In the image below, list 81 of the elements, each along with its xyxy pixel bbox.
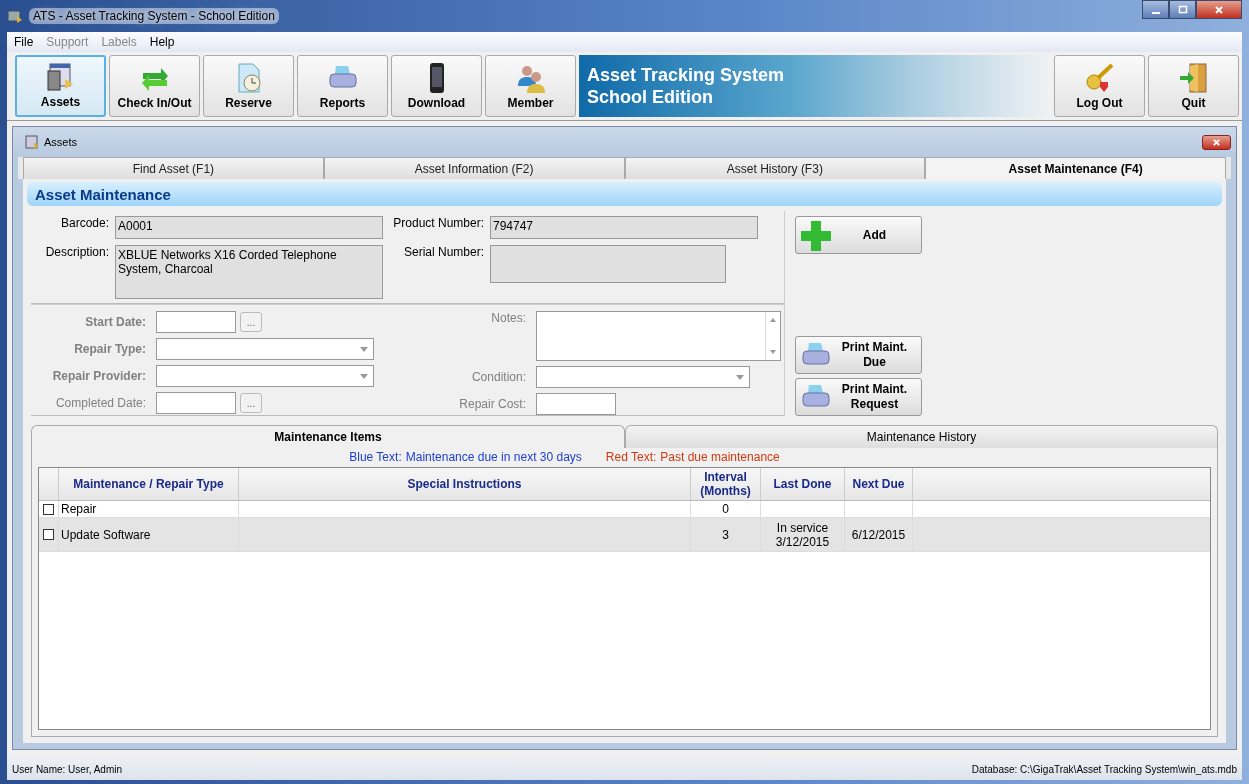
toolbar-button[interactable]: Download <box>391 55 482 117</box>
tab[interactable]: Asset History (F3) <box>624 157 926 179</box>
tab[interactable]: Asset Information (F2) <box>323 157 625 179</box>
status-user: User Name: User, Admin <box>12 763 123 775</box>
table-cell: Update Software <box>61 527 151 542</box>
legend-text: Past due maintenance <box>660 450 780 464</box>
field-label: Product Number: <box>392 216 485 230</box>
toolbar-button[interactable]: Assets <box>15 55 106 117</box>
dropdown-arrow-icon <box>360 346 368 352</box>
server-icon <box>24 134 40 150</box>
column-header[interactable]: Next Due <box>845 468 913 500</box>
field-label: Repair Type: <box>73 342 147 356</box>
plus-icon <box>800 219 832 251</box>
legend-text: Maintenance due in next 30 days <box>405 450 582 464</box>
input-field[interactable] <box>536 393 616 415</box>
menu-item[interactable]: Help <box>149 35 175 49</box>
column-header[interactable]: Maintenance / Repair Type <box>59 468 239 500</box>
scroll-arrows-icon <box>769 316 777 356</box>
action-button[interactable]: Add <box>795 216 922 254</box>
table-cell-text: In service 3/12/2015 <box>774 520 831 549</box>
table-row[interactable]: Update Software 3 In service 3/12/2015 6/12/2015 <box>39 518 1210 552</box>
tab[interactable]: Asset Maintenance (F4) <box>925 157 1226 179</box>
action-button[interactable]: Print Maint. Request <box>795 378 922 416</box>
description-field: XBLUE Networks X16 Corded Telephone System, Charcoal <box>115 245 383 299</box>
column-header[interactable]: Interval (Months) <box>691 468 761 500</box>
product-number-field: 794747 <box>490 216 758 239</box>
toolbar-button[interactable]: Quit <box>1148 55 1239 117</box>
maximize-button[interactable] <box>1169 0 1196 19</box>
table-cell: Repair <box>61 502 97 516</box>
close-icon <box>1212 137 1221 147</box>
checkbox[interactable] <box>43 529 54 540</box>
field-label: Serial Number: <box>402 245 485 259</box>
table-cell: 6/12/2015 <box>851 527 906 542</box>
dropdown-arrow-icon <box>360 373 368 379</box>
toolbar-button[interactable]: Reserve <box>203 55 294 117</box>
table-cell: 3 <box>722 527 729 542</box>
child-window-title: Assets <box>44 136 77 148</box>
column-header[interactable]: Special Instructions <box>239 468 691 500</box>
field-label: Start Date: <box>84 315 147 329</box>
dropdown-field[interactable] <box>156 338 374 360</box>
field-label: Repair Cost: <box>458 397 527 411</box>
checkbox[interactable] <box>43 503 54 515</box>
column-header[interactable]: Last Done <box>761 468 845 500</box>
legend-label: Red Text: <box>605 450 657 464</box>
tab[interactable]: Maintenance Items <box>31 425 625 448</box>
barcode-field: A0001 <box>115 216 383 239</box>
tab[interactable]: Maintenance History <box>625 425 1218 448</box>
field-label: Barcode: <box>59 216 110 230</box>
key-icon <box>1083 62 1116 94</box>
toolbar-button[interactable]: Log Out <box>1054 55 1145 117</box>
banner-subtitle: School Edition <box>587 86 714 108</box>
field-label: Condition: <box>470 370 527 384</box>
notes-field[interactable] <box>536 311 781 361</box>
dropdown-field[interactable] <box>536 366 750 388</box>
tab[interactable]: Find Asset (F1) <box>23 157 324 179</box>
status-database: Database: C:\GigaTrak\Asset Tracking System\win_ats.mdb <box>971 763 1237 775</box>
close-button[interactable] <box>1202 134 1231 150</box>
field-label: Repair Provider: <box>51 369 147 383</box>
dropdown-field[interactable] <box>156 365 374 387</box>
toolbar-button[interactable]: Reports <box>297 55 388 117</box>
date-field[interactable] <box>156 311 236 333</box>
close-icon <box>1214 4 1224 15</box>
minimize-icon <box>1151 11 1160 14</box>
app-icon <box>7 8 23 24</box>
minimize-button[interactable] <box>1142 0 1169 19</box>
section-header: Asset Maintenance <box>27 182 1222 206</box>
toolbar-button[interactable]: Member <box>485 55 576 117</box>
banner-title: Asset Tracking System <box>587 64 786 86</box>
table-cell: 0 <box>722 502 729 516</box>
legend-label: Blue Text: <box>349 450 402 464</box>
date-field[interactable] <box>156 392 236 414</box>
action-button[interactable]: Print Maint. Due <box>795 336 922 374</box>
door-icon <box>1177 62 1210 94</box>
menu-item[interactable]: File <box>14 35 34 49</box>
maximize-icon <box>1177 4 1188 15</box>
toolbar-button[interactable]: Check In/Out <box>109 55 200 117</box>
dropdown-arrow-icon <box>736 374 744 380</box>
field-label: Description: <box>44 245 110 259</box>
field-label: Completed Date: <box>54 396 147 410</box>
close-button[interactable] <box>1196 0 1242 19</box>
field-label: Notes: <box>490 311 527 325</box>
